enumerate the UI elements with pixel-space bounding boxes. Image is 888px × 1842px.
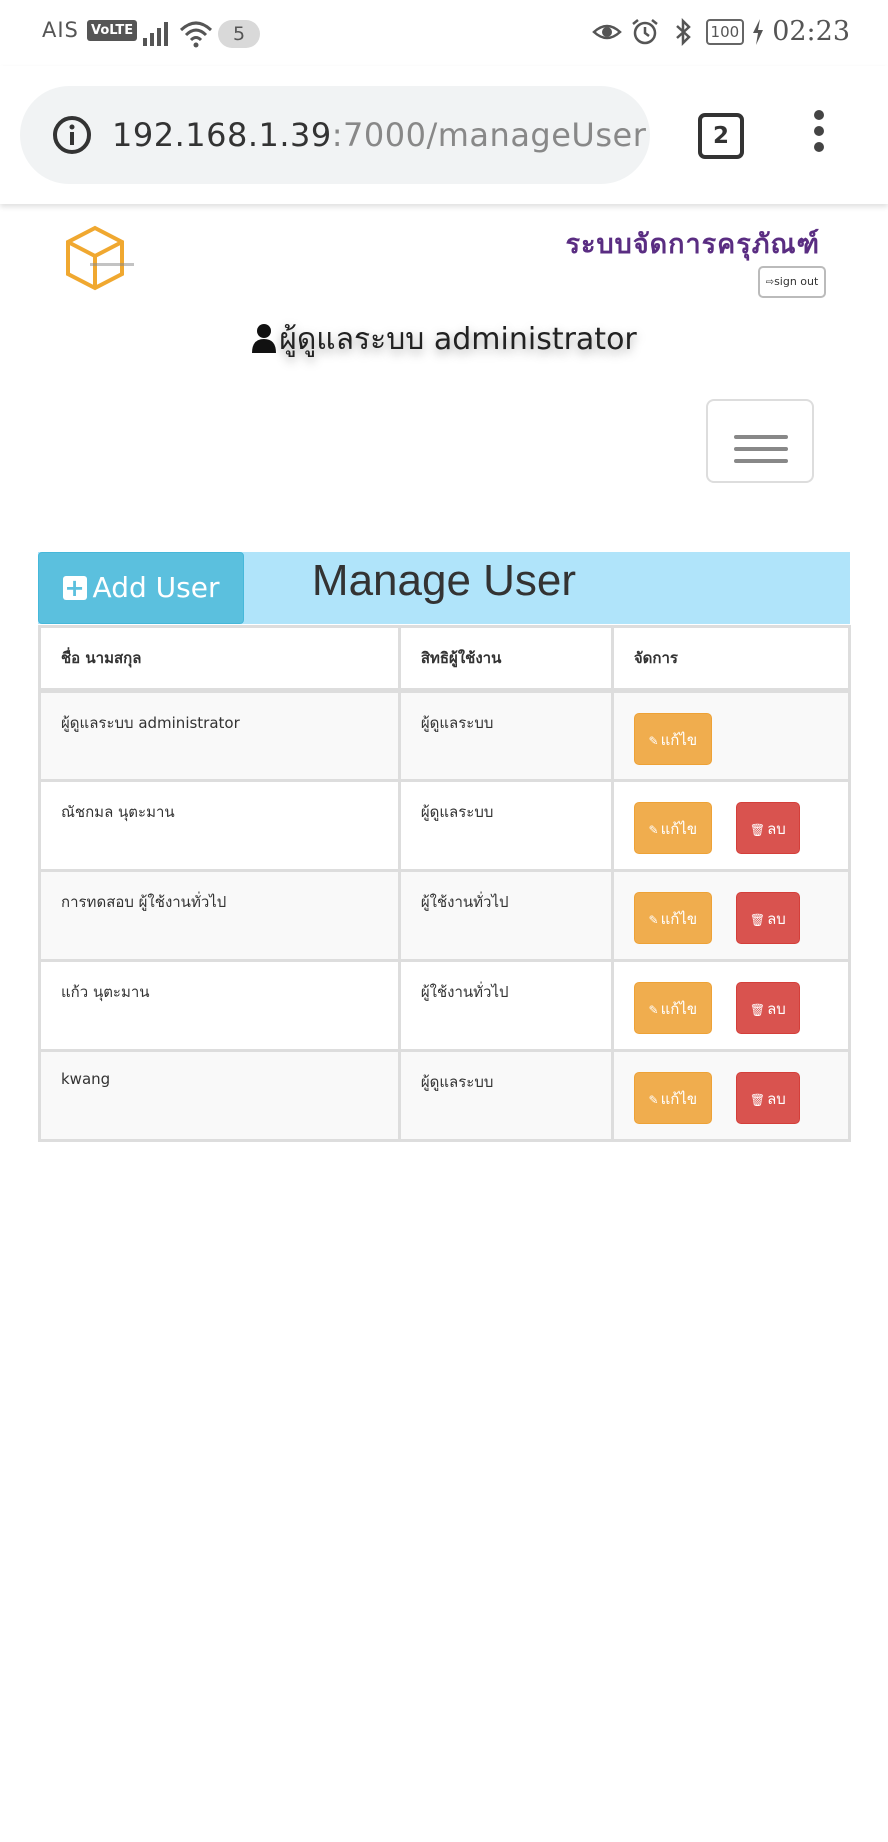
edit-button[interactable]: ✎ แก้ไข	[633, 892, 712, 944]
eye-icon	[591, 24, 622, 39]
edit-icon: ✎	[648, 913, 659, 927]
user-role-cell: ผู้ดูแลระบบ	[397, 689, 614, 782]
current-user-heading: ผู้ดูแลระบบ administrator	[0, 316, 888, 363]
trash-icon: 🗑	[749, 913, 766, 927]
edit-button[interactable]: ✎ แก้ไข	[633, 982, 712, 1034]
delete-label: ลบ	[767, 1090, 786, 1108]
address-bar[interactable]: 192.168.1.39:7000/manageUser	[20, 86, 650, 184]
notification-count-badge: 5	[218, 20, 260, 48]
actions-cell: ✎ แก้ไข 🗑 ลบ	[610, 1049, 852, 1142]
charging-icon	[753, 18, 764, 45]
url-text[interactable]: 192.168.1.39:7000/manageUser	[112, 116, 646, 154]
edit-icon: ✎	[648, 1093, 659, 1107]
users-table: ชื่อ นามสกุล สิทธิผู้ใช้งาน จัดการ ผู้ดู…	[38, 625, 852, 1142]
edit-icon: ✎	[648, 734, 659, 748]
column-header-actions: จัดการ	[610, 625, 852, 693]
trash-icon: 🗑	[749, 823, 766, 837]
edit-button[interactable]: ✎ แก้ไข	[633, 713, 712, 765]
user-role-cell: ผู้ดูแลระบบ	[397, 779, 614, 872]
actions-cell: ✎ แก้ไข 🗑 ลบ	[610, 869, 852, 962]
table-row: การทดสอบ ผู้ใช้งานทั่วไป ผู้ใช้งานทั่วไป ✎…	[38, 869, 852, 962]
user-name-cell: ผู้ดูแลระบบ administrator	[38, 689, 401, 782]
sign-out-button[interactable]: ⇨sign out	[758, 266, 826, 298]
delete-button[interactable]: 🗑 ลบ	[735, 1072, 800, 1124]
edit-icon: ✎	[648, 1003, 659, 1017]
actions-cell: ✎ แก้ไข	[610, 689, 852, 782]
browser-toolbar: 192.168.1.39:7000/manageUser 2	[0, 66, 888, 204]
table-row: ณัชกมล นุตะมาน ผู้ดูแลระบบ ✎ แก้ไข 🗑 ลบ	[38, 779, 852, 872]
status-right: 100 02:23	[591, 16, 850, 47]
delete-label: ลบ	[767, 1000, 786, 1018]
user-name-cell: kwang	[38, 1049, 401, 1142]
edit-label: แก้ไข	[660, 910, 698, 928]
trash-icon: 🗑	[749, 1093, 766, 1107]
volte-badge: VoLTE	[87, 20, 138, 41]
user-role-cell: ผู้ใช้งานทั่วไป	[397, 869, 614, 962]
trash-icon: 🗑	[749, 1003, 766, 1017]
user-name-cell: การทดสอบ ผู้ใช้งานทั่วไป	[38, 869, 401, 962]
more-options-icon[interactable]	[806, 110, 832, 160]
page-title: Manage User	[311, 556, 577, 605]
sign-out-icon: ⇨	[765, 277, 775, 288]
delete-label: ลบ	[767, 820, 786, 838]
status-bar: AIS VoLTE 5 100 02:23	[0, 0, 888, 66]
user-icon	[252, 324, 277, 353]
edit-button[interactable]: ✎ แก้ไข	[633, 802, 712, 854]
url-port: :7000	[331, 116, 427, 154]
user-name-cell: ณัชกมล นุตะมาน	[38, 779, 401, 872]
edit-button[interactable]: ✎ แก้ไข	[633, 1072, 712, 1124]
delete-button[interactable]: 🗑 ลบ	[735, 982, 800, 1034]
bluetooth-icon	[675, 17, 691, 46]
site-title: ระบบจัดการครุภัณฑ์	[565, 229, 820, 260]
edit-icon: ✎	[648, 823, 659, 837]
edit-label: แก้ไข	[660, 731, 698, 749]
user-role-cell: ผู้ดูแลระบบ	[397, 1049, 614, 1142]
alarm-icon	[631, 18, 658, 44]
url-path: /manageUser	[426, 116, 647, 154]
nav-toggle-button[interactable]	[706, 399, 814, 483]
column-header-name: ชื่อ นามสกุล	[38, 625, 401, 693]
signal-icon	[143, 22, 168, 46]
url-host: 192.168.1.39	[112, 116, 332, 154]
edit-label: แก้ไข	[660, 1090, 698, 1108]
tab-switcher-button[interactable]: 2	[698, 113, 744, 159]
user-role-cell: ผู้ใช้งานทั่วไป	[397, 959, 614, 1052]
edit-label: แก้ไข	[660, 820, 698, 838]
table-row: kwang ผู้ดูแลระบบ ✎ แก้ไข 🗑 ลบ	[38, 1049, 852, 1142]
user-name-cell: แก้ว นุตะมาน	[38, 959, 401, 1052]
sign-out-label: sign out	[774, 275, 819, 288]
battery-icon: 100	[705, 18, 745, 45]
logo	[66, 225, 134, 291]
table-header-row: ชื่อ นามสกุล สิทธิผู้ใช้งาน จัดการ	[38, 625, 852, 693]
delete-button[interactable]: 🗑 ลบ	[735, 892, 800, 944]
current-user-name: ผู้ดูแลระบบ administrator	[279, 322, 637, 357]
table-row: แก้ว นุตะมาน ผู้ใช้งานทั่วไป ✎ แก้ไข 🗑 ลบ	[38, 959, 852, 1052]
carrier-label: AIS	[42, 18, 79, 42]
delete-button[interactable]: 🗑 ลบ	[735, 802, 800, 854]
actions-cell: ✎ แก้ไข 🗑 ลบ	[610, 959, 852, 1052]
column-header-role: สิทธิผู้ใช้งาน	[397, 625, 614, 693]
clock: 02:23	[772, 16, 850, 47]
info-icon[interactable]	[52, 115, 92, 155]
wifi-icon	[179, 21, 213, 48]
actions-cell: ✎ แก้ไข 🗑 ลบ	[610, 779, 852, 872]
table-row: ผู้ดูแลระบบ administrator ผู้ดูแลระบบ ✎ แก้…	[38, 689, 852, 782]
delete-label: ลบ	[767, 910, 786, 928]
edit-label: แก้ไข	[660, 1000, 698, 1018]
